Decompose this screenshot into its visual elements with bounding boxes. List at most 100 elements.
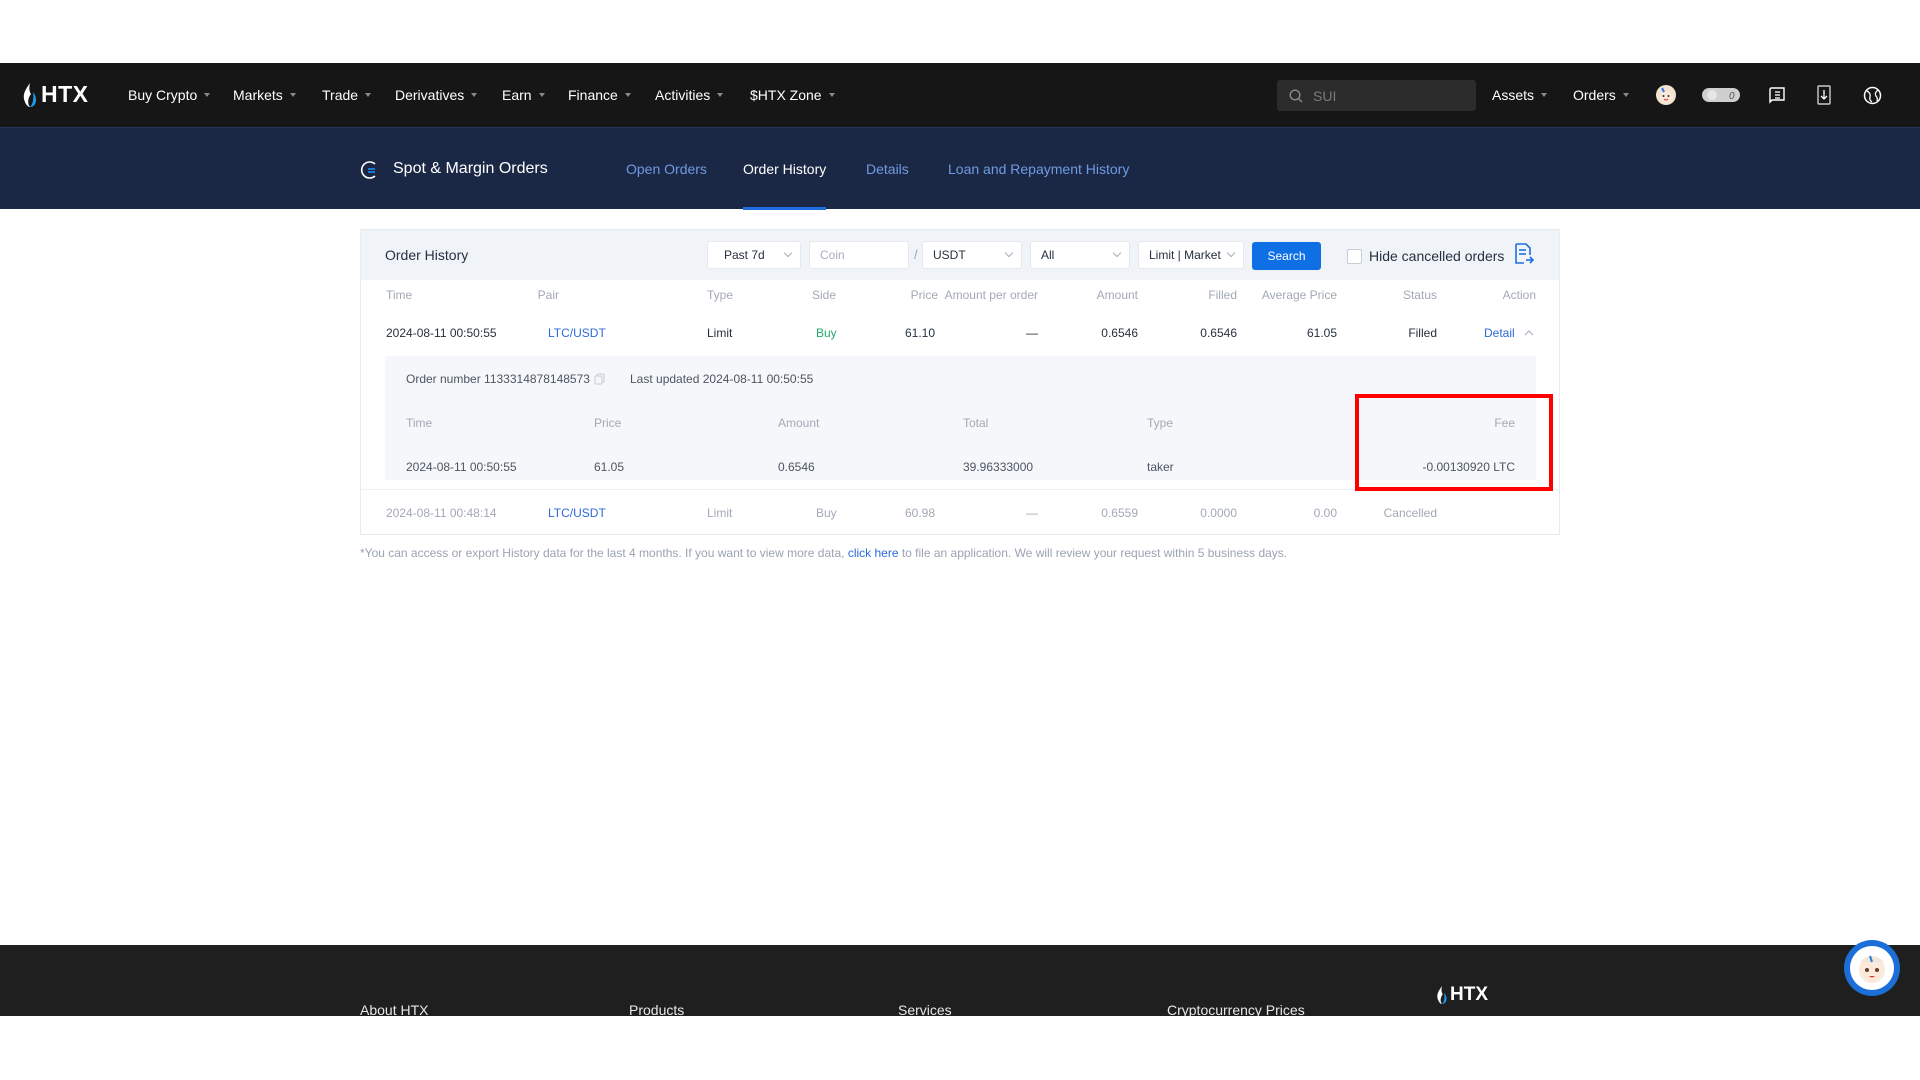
cell-pair[interactable]: LTC/USDT [548,506,606,520]
order-type-select[interactable]: Limit | Market [1138,241,1244,269]
fill-col-total: Total [963,416,989,430]
cell-pair[interactable]: LTC/USDT [548,326,606,340]
fill-col-time: Time [406,416,433,430]
coin-field[interactable] [820,248,880,262]
nav-label: Orders [1573,87,1616,103]
cell-status: Filled [1408,326,1437,340]
nav-label: Finance [568,87,618,103]
detail-link[interactable]: Detail [1484,326,1515,340]
notification-toggle[interactable]: 0 [1702,83,1740,107]
nav-label: Activities [655,87,711,103]
footer-services[interactable]: Services [898,1002,952,1016]
fill-amount: 0.6546 [778,460,815,474]
nav-buy-crypto[interactable]: Buy Crypto [128,63,211,127]
cell-time: 2024-08-11 00:48:14 [386,506,497,520]
cell-amount-per-order: — [1026,326,1038,340]
fill-col-fee: Fee [1494,416,1515,430]
chevron-down-icon [1112,248,1122,258]
tab-details[interactable]: Details [866,128,909,210]
col-type: Type [707,288,734,302]
search-input[interactable] [1313,87,1453,104]
cell-average-price: 61.05 [1306,326,1337,340]
coin-input[interactable] [809,241,909,269]
flame-icon [23,82,37,107]
top-nav: HTX Buy Crypto Markets Trade Derivatives… [0,63,1920,127]
fill-price: 61.05 [594,460,625,474]
cell-status: Cancelled [1383,506,1437,520]
tab-open-orders[interactable]: Open Orders [626,128,707,210]
checkbox-label: Hide cancelled orders [1369,248,1505,264]
order-number-value: 1133314878148573 [484,372,590,386]
col-status: Status [1402,288,1437,302]
chevron-down-icon [1226,248,1236,258]
chevron-down-icon [1004,248,1014,258]
flame-icon [1437,986,1447,1004]
user-avatar[interactable] [1654,83,1678,107]
chevron-down-icon [783,248,793,258]
nav-htx-zone[interactable]: $HTX Zone [750,63,835,127]
caret-down-icon [717,93,724,97]
fill-col-price: Price [594,416,622,430]
cell-side: Buy [816,326,837,340]
support-chat-button[interactable] [1844,940,1900,996]
search-button[interactable]: Search [1252,242,1321,270]
chevron-up-icon[interactable] [1523,329,1535,337]
caret-down-icon [365,93,372,97]
nav-label: Markets [233,87,283,103]
last-updated-label: Last updated [630,372,700,386]
footer-about[interactable]: About HTX [360,1002,428,1016]
footer-logo: HTX [1436,984,1488,1006]
click-here-link[interactable]: click here [848,546,899,560]
fill-time: 2024-08-11 00:50:55 [406,460,517,474]
language-button[interactable] [1860,83,1884,107]
order-number: Order number 1133314878148573 [406,372,590,386]
message-icon [1769,87,1785,104]
footer-crypto-prices[interactable]: Cryptocurrency Prices [1167,1002,1305,1016]
global-search[interactable] [1277,80,1476,111]
footer-products[interactable]: Products [629,1002,684,1016]
tab-order-history[interactable]: Order History [743,128,827,210]
tab-loan-repayment-history[interactable]: Loan and Repayment History [948,128,1129,210]
col-filled: Filled [1208,288,1237,302]
select-value: All [1041,248,1055,262]
note-text: *You can access or export History data f… [360,546,848,560]
copy-icon[interactable] [594,373,605,385]
cell-average-price: 0.00 [1313,506,1337,520]
checkbox-box[interactable] [1347,248,1362,264]
avatar-icon [1656,85,1676,105]
nav-orders[interactable]: Orders [1573,63,1629,127]
col-action: Action [1502,288,1536,302]
messages-button[interactable] [1765,83,1789,107]
nav-markets[interactable]: Markets [233,63,296,127]
period-select[interactable]: Past 7d [707,241,801,269]
search-icon [1289,88,1303,102]
logo-text: HTX [41,81,89,107]
cell-amount-per-order: — [1026,506,1038,520]
nav-label: Buy Crypto [128,87,198,103]
note-text: to file an application. We will review y… [898,546,1288,560]
select-value: USDT [933,248,966,262]
side-select[interactable]: All [1030,241,1130,269]
htx-logo[interactable]: HTX [22,81,89,108]
nav-activities[interactable]: Activities [655,63,724,127]
fill-col-type: Type [1147,416,1174,430]
cell-amount: 0.6546 [1101,326,1138,340]
nav-earn[interactable]: Earn [502,63,545,127]
cell-type: Limit [707,506,733,520]
filter-bar: Order History Past 7d / USDT All Limit |… [361,230,1559,280]
order-history-panel: Order History Past 7d / USDT All Limit |… [360,229,1560,535]
panel-title: Order History [385,247,469,263]
hide-cancelled-checkbox[interactable]: Hide cancelled orders [1347,242,1504,270]
nav-derivatives[interactable]: Derivatives [395,63,478,127]
col-amount-per-order: Amount per order [944,288,1038,302]
nav-finance[interactable]: Finance [568,63,631,127]
quote-currency-select[interactable]: USDT [922,241,1022,269]
download-app-button[interactable] [1812,83,1836,107]
notification-pill-icon: 0 [1702,88,1740,102]
caret-down-icon [828,93,835,97]
export-icon[interactable] [1514,243,1534,265]
footer: About HTX Products Services Cryptocurren… [0,945,1920,1016]
nav-trade[interactable]: Trade [322,63,372,127]
nav-assets[interactable]: Assets [1492,63,1548,127]
caret-down-icon [1541,93,1548,97]
